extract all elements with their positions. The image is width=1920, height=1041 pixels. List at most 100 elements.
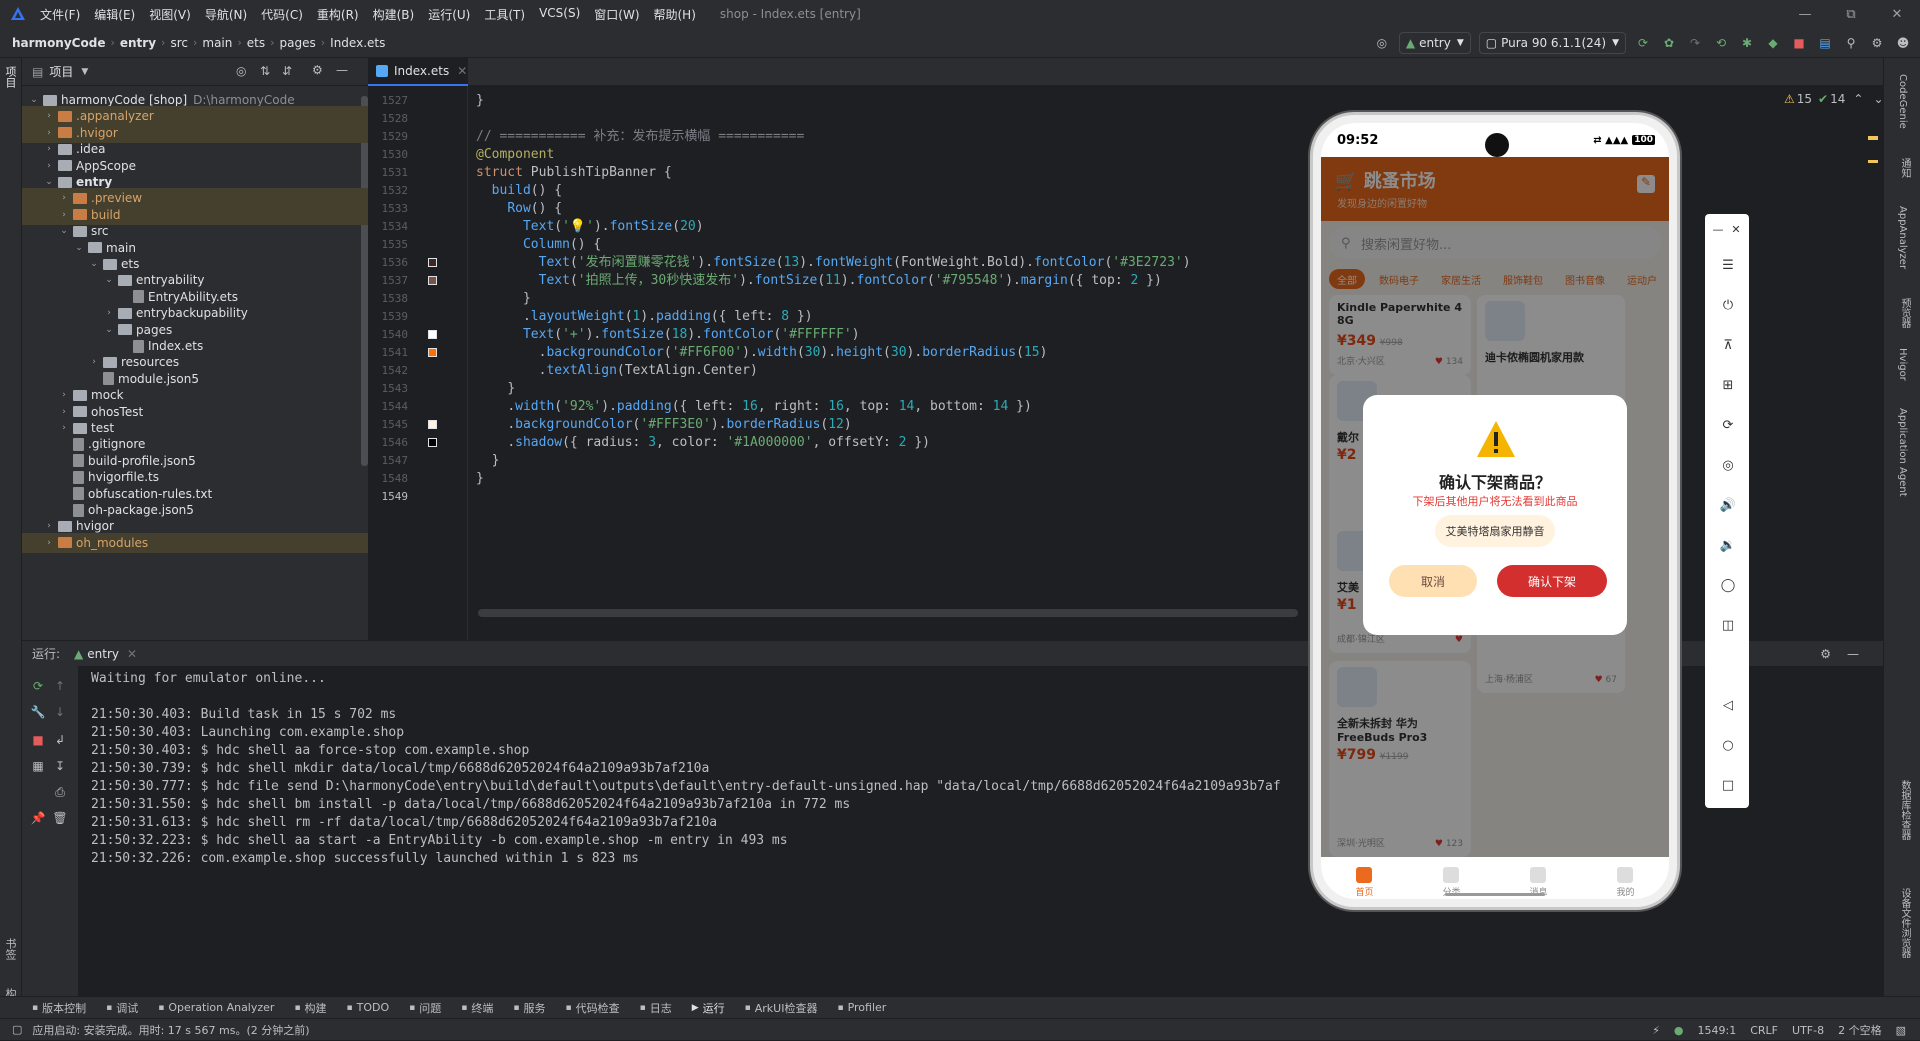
hide-panel-icon[interactable]: — bbox=[1847, 647, 1859, 661]
bottom-tab[interactable]: ▪ 版本控制 bbox=[32, 1000, 86, 1016]
bottom-tab[interactable]: ▶ 运行 bbox=[692, 1000, 725, 1016]
code-line[interactable]: .width('92%').padding({ left: 16, right:… bbox=[476, 398, 1031, 416]
scroll-up-icon[interactable]: ↑ bbox=[52, 678, 68, 694]
breadcrumb-item[interactable]: pages bbox=[280, 36, 316, 50]
project-panel-title[interactable]: 项目 bbox=[49, 63, 73, 80]
close-icon[interactable]: ✕ bbox=[127, 647, 137, 661]
profile-icon[interactable]: ✱ bbox=[1738, 34, 1756, 52]
scroll-to-end-icon[interactable]: ↧ bbox=[52, 758, 68, 774]
code-line[interactable]: Text('💡').fontSize(20) bbox=[476, 218, 704, 236]
rerun-icon[interactable]: ⟳ bbox=[1634, 34, 1652, 52]
line-number[interactable]: 1543 bbox=[368, 380, 409, 398]
tab-index-ets[interactable]: Index.ets ✕ bbox=[368, 58, 468, 86]
breadcrumb-item[interactable]: harmonyCode bbox=[12, 36, 105, 50]
code-line[interactable]: .layoutWeight(1).padding({ left: 8 }) bbox=[476, 308, 813, 326]
chevron-right-icon[interactable]: › bbox=[43, 128, 55, 138]
hvigor-tab[interactable]: Hvigor bbox=[1897, 348, 1908, 381]
menu-item[interactable]: 文件(F) bbox=[40, 6, 80, 23]
chevron-right-icon[interactable]: › bbox=[58, 210, 70, 220]
close-icon[interactable]: ✕ bbox=[1727, 220, 1745, 238]
pin-icon[interactable]: 📌 bbox=[30, 810, 46, 826]
line-number[interactable]: 1548 bbox=[368, 470, 409, 488]
line-number[interactable]: 1536 bbox=[368, 254, 409, 272]
menu-item[interactable]: 帮助(H) bbox=[654, 6, 696, 23]
code-line[interactable]: .backgroundColor('#FFF3E0').borderRadius… bbox=[476, 416, 851, 434]
chevron-down-icon[interactable]: ⌄ bbox=[73, 243, 85, 253]
back-icon[interactable]: ◁ bbox=[1719, 696, 1737, 714]
menu-item[interactable]: 运行(U) bbox=[428, 6, 470, 23]
volume-down-icon[interactable]: 🔉 bbox=[1719, 536, 1737, 554]
settings-icon[interactable]: ⚙ bbox=[1868, 34, 1886, 52]
soft-wrap-icon[interactable]: ↲ bbox=[52, 732, 68, 748]
bookmarks-tool-tab[interactable]: 书签 bbox=[2, 938, 18, 960]
bottom-tab[interactable]: ▪ TODO bbox=[347, 1001, 390, 1014]
chevron-right-icon[interactable]: › bbox=[58, 193, 70, 203]
layout-icon[interactable]: ▦ bbox=[30, 758, 46, 774]
menu-item[interactable]: 构建(B) bbox=[373, 6, 415, 23]
line-number[interactable]: 1542 bbox=[368, 362, 409, 380]
line-number[interactable]: 1529 bbox=[368, 128, 409, 146]
code-line[interactable]: @Component bbox=[476, 146, 554, 164]
chevron-right-icon[interactable]: › bbox=[58, 423, 70, 433]
file-encoding[interactable]: UTF-8 bbox=[1792, 1024, 1824, 1037]
multi-device-icon[interactable]: ◫ bbox=[1719, 616, 1737, 634]
menu-item[interactable]: 窗口(W) bbox=[594, 6, 639, 23]
device-file-browser-tab[interactable]: 设备文件浏览器 bbox=[1897, 888, 1912, 958]
line-number[interactable]: 1527 bbox=[368, 92, 409, 110]
minimize-icon[interactable]: — bbox=[1709, 220, 1727, 238]
chevron-right-icon[interactable]: › bbox=[43, 161, 55, 171]
line-number[interactable]: 1541 bbox=[368, 344, 409, 362]
chevron-right-icon[interactable]: › bbox=[88, 357, 100, 367]
menu-item[interactable]: 工具(T) bbox=[484, 6, 525, 23]
codegenie-tab[interactable]: CodeGenie bbox=[1897, 74, 1908, 129]
menu-item[interactable]: 视图(V) bbox=[149, 6, 191, 23]
screenshot-icon[interactable]: ◎ bbox=[1719, 456, 1737, 474]
phone-tab[interactable]: 首页 bbox=[1355, 866, 1374, 898]
home-icon[interactable]: ○ bbox=[1719, 736, 1737, 754]
chevron-right-icon[interactable]: › bbox=[103, 308, 115, 318]
line-number[interactable]: 1537 bbox=[368, 272, 409, 290]
line-number[interactable]: 1546 bbox=[368, 434, 409, 452]
caret-position[interactable]: 1549:1 bbox=[1698, 1024, 1737, 1037]
rotate-icon[interactable]: ⟳ bbox=[1719, 416, 1737, 434]
line-number[interactable]: 1528 bbox=[368, 110, 409, 128]
code-line[interactable]: .textAlign(TextAlign.Center) bbox=[476, 362, 758, 380]
wrench-icon[interactable]: 🔧 bbox=[30, 704, 46, 720]
code-line[interactable]: .shadow({ radius: 3, color: '#1A000000',… bbox=[476, 434, 930, 452]
locate-icon[interactable]: ◎ bbox=[1373, 34, 1391, 52]
expand-all-icon[interactable]: ⇅ bbox=[260, 64, 270, 78]
line-number[interactable]: 1538 bbox=[368, 290, 409, 308]
bottom-tab[interactable]: ▪ 问题 bbox=[409, 1000, 441, 1016]
chevron-down-icon[interactable]: ▼ bbox=[81, 67, 88, 77]
breadcrumb-item[interactable]: entry bbox=[120, 36, 156, 50]
menu-item[interactable]: 导航(N) bbox=[205, 6, 247, 23]
line-number[interactable]: 1535 bbox=[368, 236, 409, 254]
bottom-tab[interactable]: ▪ 调试 bbox=[106, 1000, 138, 1016]
confirm-delist-button[interactable]: 确认下架 bbox=[1497, 565, 1607, 597]
chevron-down-icon[interactable]: ⌄ bbox=[58, 226, 70, 236]
line-number[interactable]: 1544 bbox=[368, 398, 409, 416]
code-line[interactable]: } bbox=[476, 290, 531, 308]
scroll-down-icon[interactable]: ↓ bbox=[52, 704, 68, 720]
line-number[interactable]: 1533 bbox=[368, 200, 409, 218]
error-stripe-mark[interactable] bbox=[1868, 136, 1878, 140]
inspection-widget[interactable]: ⚠ 15 ✔ 14 ⌃ ⌄ bbox=[1784, 92, 1884, 106]
color-swatch[interactable] bbox=[428, 258, 437, 267]
code-line[interactable]: } bbox=[476, 380, 515, 398]
trash-icon[interactable]: 🗑 bbox=[52, 810, 68, 826]
power-icon[interactable]: ⏻ bbox=[1719, 296, 1737, 314]
chevron-down-icon[interactable]: ⌄ bbox=[88, 259, 100, 269]
locate-file-icon[interactable]: ◎ bbox=[236, 64, 246, 78]
pin-top-icon[interactable]: ⊼ bbox=[1719, 336, 1737, 354]
code-line[interactable]: .backgroundColor('#FF6F00').width(30).he… bbox=[476, 344, 1048, 362]
recents-icon[interactable]: □ bbox=[1719, 776, 1737, 794]
device-select[interactable]: ▢ Pura 90 6.1.1(24) ▼ bbox=[1478, 32, 1626, 54]
application-agent-tab[interactable]: Application Agent bbox=[1897, 408, 1908, 497]
run-config-select[interactable]: ▲ entry ▼ bbox=[1398, 32, 1471, 54]
tree-item[interactable]: › oh_modules bbox=[22, 532, 368, 553]
home-indicator[interactable] bbox=[1445, 893, 1545, 896]
lock-icon[interactable]: ▧ bbox=[1896, 1024, 1906, 1037]
menu-item[interactable]: 重构(R) bbox=[317, 6, 359, 23]
previewer-tab[interactable]: 预览器 bbox=[1897, 298, 1912, 328]
chevron-right-icon[interactable]: › bbox=[43, 144, 55, 154]
